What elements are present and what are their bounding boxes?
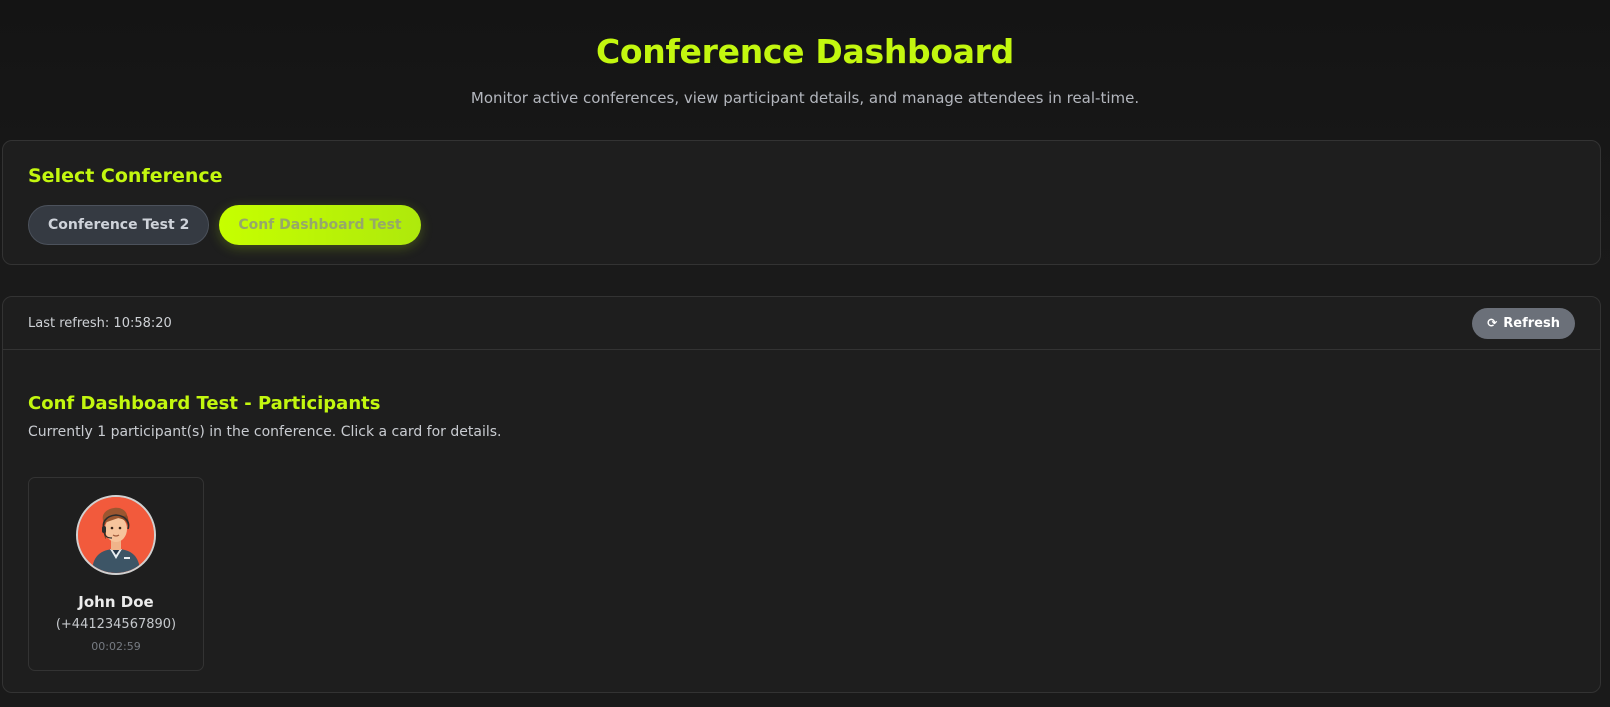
participant-phone: (+441234567890) [55, 617, 177, 632]
conference-selector: Conference Test 2 Conf Dashboard Test [28, 205, 1575, 245]
participants-count: Currently 1 participant(s) in the confer… [28, 424, 502, 440]
refresh-button-label: Refresh [1503, 315, 1560, 331]
participant-duration: 00:02:59 [91, 640, 141, 653]
refresh-button[interactable]: ⟳ Refresh [1472, 307, 1575, 339]
avatar [76, 495, 156, 575]
conference-option-conf-dashboard-test[interactable]: Conf Dashboard Test [219, 205, 421, 245]
page-title: Conference Dashboard [596, 32, 1014, 71]
participant-card[interactable]: John Doe (+441234567890) 00:02:59 [28, 477, 204, 671]
refresh-icon: ⟳ [1487, 316, 1498, 330]
select-conference-panel: Select Conference Conference Test 2 Conf… [2, 140, 1601, 265]
page-header: Conference Dashboard Monitor active conf… [0, 0, 1610, 108]
conference-option-conference-test-2[interactable]: Conference Test 2 [28, 205, 210, 245]
participants-section: Conf Dashboard Test - Participants Curre… [3, 350, 1600, 671]
participants-panel: Last refresh: 10:58:20 ⟳ Refresh Conf Da… [2, 296, 1601, 693]
participants-heading: Conf Dashboard Test - Participants [28, 393, 381, 414]
refresh-toolbar: Last refresh: 10:58:20 ⟳ Refresh [3, 297, 1600, 350]
avatar-man-with-headset-icon [78, 497, 154, 573]
page: Conference Dashboard Monitor active conf… [0, 0, 1610, 707]
participant-name: John Doe [78, 593, 154, 611]
last-refresh-text: Last refresh: 10:58:20 [28, 315, 172, 331]
select-conference-heading: Select Conference [28, 165, 223, 187]
page-subtitle: Monitor active conferences, view partici… [470, 89, 1140, 107]
